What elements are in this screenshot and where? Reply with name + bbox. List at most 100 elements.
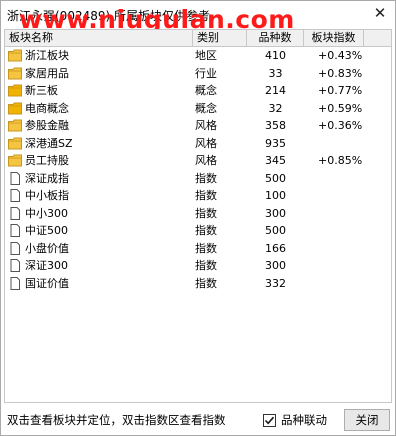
- document-icon: [8, 241, 22, 255]
- sector-category: 风格: [195, 154, 217, 168]
- sector-name: 新三板: [25, 84, 58, 98]
- header-sector-name[interactable]: 板块名称: [5, 30, 193, 47]
- sector-name: 浙江板块: [25, 49, 69, 63]
- sector-name: 国证价值: [25, 276, 69, 290]
- table-row[interactable]: 深港通SZ 风格 935: [5, 135, 391, 153]
- folder-icon: [8, 137, 22, 150]
- sector-name: 中证500: [25, 224, 68, 238]
- sector-name-cell: 中证500: [5, 222, 193, 239]
- sector-count: 100: [265, 189, 286, 203]
- document-icon: [8, 259, 22, 273]
- sector-category: 指数: [195, 189, 217, 203]
- sector-index-change: +0.85%: [318, 154, 363, 168]
- sector-name: 深证300: [25, 259, 68, 273]
- sector-category: 概念: [195, 84, 217, 98]
- table-row[interactable]: 深证300 指数 300: [5, 257, 391, 275]
- sector-name-cell: 深证成指: [5, 170, 193, 187]
- sector-name: 深港通SZ: [25, 136, 73, 150]
- linkage-checkbox[interactable]: [263, 413, 276, 427]
- sector-name: 小盘价值: [25, 241, 69, 255]
- folder-icon: [8, 119, 22, 132]
- folder-icon: [8, 67, 22, 80]
- dialog-window: 浙江永强(002489) 所属板块仅供参考 ✕ www.niugulan.com…: [0, 0, 396, 436]
- table-row[interactable]: 中小板指 指数 100: [5, 187, 391, 205]
- table-row[interactable]: 浙江板块 地区 410 +0.43%: [5, 47, 391, 65]
- sector-index-change: [304, 135, 364, 152]
- sector-index-change: +0.43%: [318, 49, 363, 63]
- sector-count: 345: [265, 154, 286, 168]
- sector-name: 中小板指: [25, 189, 69, 203]
- sector-index-change: [304, 275, 364, 292]
- sector-count: 500: [265, 224, 286, 238]
- folder-icon: [8, 154, 22, 167]
- sector-count: 358: [265, 119, 286, 133]
- sector-name-cell: 中小300: [5, 205, 193, 222]
- sector-index-change: [304, 170, 364, 187]
- sector-index-change: [304, 222, 364, 239]
- table-row[interactable]: 国证价值 指数 332: [5, 275, 391, 293]
- sector-name-cell: 参股金融: [5, 117, 193, 134]
- sector-category: 概念: [195, 101, 217, 115]
- sector-index-change: +0.59%: [318, 101, 363, 115]
- header-index[interactable]: 板块指数: [304, 30, 364, 47]
- table-row[interactable]: 家居用品 行业 33 +0.83%: [5, 65, 391, 83]
- table-row[interactable]: 参股金融 风格 358 +0.36%: [5, 117, 391, 135]
- document-icon: [8, 206, 22, 220]
- header-category[interactable]: 类别: [193, 30, 247, 47]
- sector-category: 指数: [195, 171, 217, 185]
- sector-count: 166: [265, 241, 286, 255]
- sector-index-change: +0.83%: [318, 66, 363, 80]
- header-count[interactable]: 品种数: [247, 30, 304, 47]
- document-icon: [8, 224, 22, 238]
- folder-icon: [8, 49, 22, 62]
- sector-index-change: +0.36%: [318, 119, 363, 133]
- sector-name: 中小300: [25, 206, 68, 220]
- sector-name: 电商概念: [25, 101, 69, 115]
- table-row[interactable]: 新三板 概念 214 +0.77%: [5, 82, 391, 100]
- sector-count: 32: [268, 101, 283, 115]
- sector-category: 指数: [195, 276, 217, 290]
- sector-index-change: [304, 257, 364, 274]
- sector-count: 300: [265, 259, 286, 273]
- sector-index-change: [304, 187, 364, 204]
- sector-category: 指数: [195, 206, 217, 220]
- sector-index-change: [304, 240, 364, 257]
- sector-name-cell: 新三板: [5, 82, 193, 99]
- sector-count: 33: [268, 66, 283, 80]
- sector-name: 家居用品: [25, 66, 69, 80]
- sector-name: 员工持股: [25, 154, 69, 168]
- checkmark-icon: [264, 416, 275, 424]
- sector-name-cell: 深证300: [5, 257, 193, 274]
- sector-count: 214: [265, 84, 286, 98]
- sector-name-cell: 深港通SZ: [5, 135, 193, 152]
- folder-icon-filled: [8, 84, 22, 97]
- close-button[interactable]: 关闭: [344, 409, 390, 431]
- sector-category: 地区: [195, 49, 217, 63]
- sector-list[interactable]: 板块名称 类别 品种数 板块指数 浙江板块 地区 410 +0.43% 家居用品 行业 33…: [4, 29, 392, 403]
- sector-category: 行业: [195, 66, 217, 80]
- linkage-toggle[interactable]: 品种联动: [263, 412, 327, 428]
- list-header: 板块名称 类别 品种数 板块指数: [5, 30, 391, 47]
- document-icon: [8, 171, 22, 185]
- linkage-label: 品种联动: [281, 413, 327, 427]
- table-row[interactable]: 中小300 指数 300: [5, 205, 391, 223]
- sector-index-change: +0.77%: [318, 84, 363, 98]
- sector-count: 935: [265, 136, 286, 150]
- sector-category: 指数: [195, 241, 217, 255]
- sector-name-cell: 电商概念: [5, 100, 193, 117]
- sector-count: 300: [265, 206, 286, 220]
- table-row[interactable]: 中证500 指数 500: [5, 222, 391, 240]
- sector-name-cell: 小盘价值: [5, 240, 193, 257]
- folder-icon-filled: [8, 102, 22, 115]
- sector-category: 风格: [195, 136, 217, 150]
- sector-index-change: [304, 205, 364, 222]
- sector-name: 深证成指: [25, 171, 69, 185]
- sector-count: 410: [265, 49, 286, 63]
- table-row[interactable]: 电商概念 概念 32 +0.59%: [5, 100, 391, 118]
- sector-name: 参股金融: [25, 119, 69, 133]
- close-icon[interactable]: ✕: [373, 6, 387, 21]
- table-row[interactable]: 深证成指 指数 500: [5, 170, 391, 188]
- table-row[interactable]: 员工持股 风格 345 +0.85%: [5, 152, 391, 170]
- table-row[interactable]: 小盘价值 指数 166: [5, 240, 391, 258]
- sector-name-cell: 浙江板块: [5, 47, 193, 64]
